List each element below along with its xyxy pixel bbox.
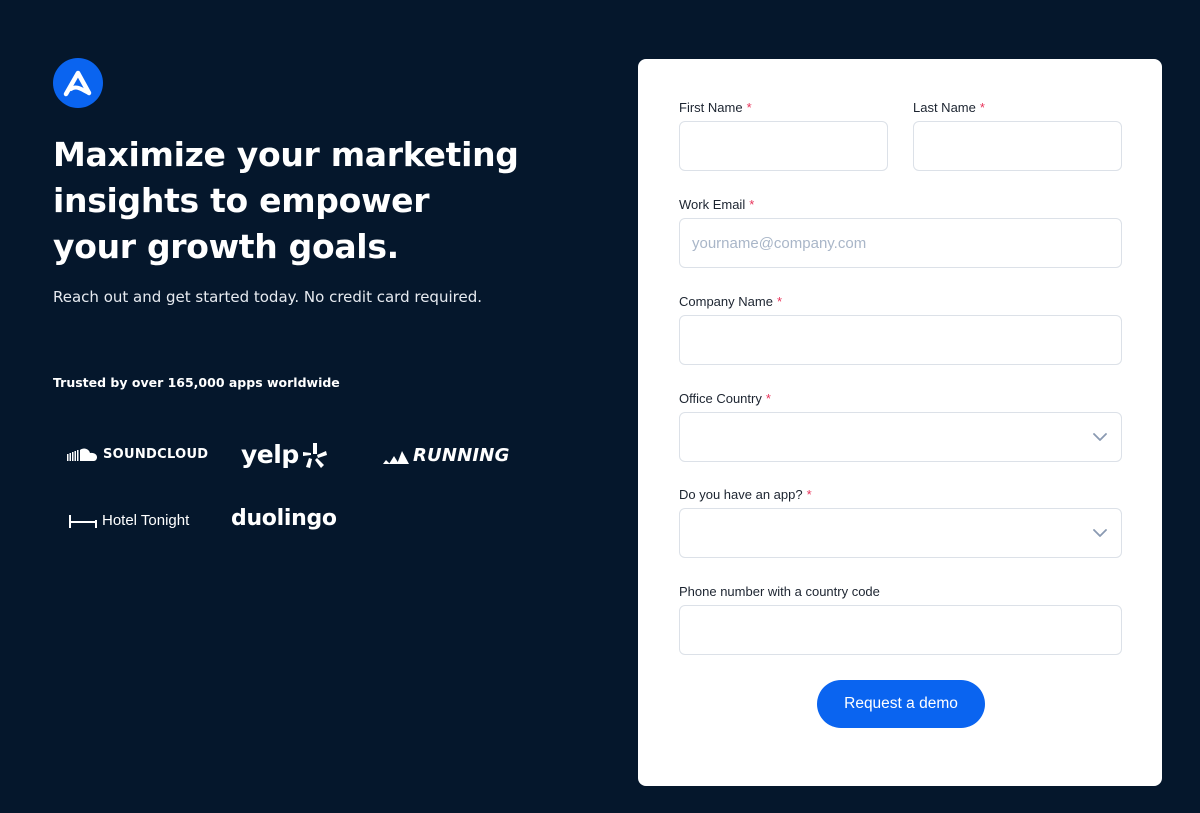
chevron-down-icon	[1093, 432, 1107, 441]
office-country-select[interactable]	[679, 412, 1122, 462]
has-app-select[interactable]	[679, 508, 1122, 558]
page-title: Maximize your marketing insights to empo…	[53, 135, 519, 266]
yelp-wordmark: yelp	[241, 440, 299, 469]
bed-icon	[69, 514, 97, 528]
required-marker: *	[746, 100, 752, 115]
soundcloud-cloud-icon	[67, 448, 98, 461]
trusted-by-text: Trusted by over 165,000 apps worldwide	[53, 375, 340, 390]
adidas-running-logo: RUNNING	[383, 445, 510, 466]
request-demo-button[interactable]: Request a demo	[817, 680, 985, 728]
chevron-down-icon	[1093, 528, 1107, 537]
work-email-label: Work Email *	[679, 197, 755, 212]
soundcloud-wordmark: SOUNDCLOUD	[103, 447, 209, 462]
adidas-stripes-icon	[383, 450, 409, 464]
required-marker: *	[765, 391, 771, 406]
yelp-logo: yelp	[241, 440, 328, 469]
running-wordmark: RUNNING	[413, 445, 510, 466]
yelp-burst-icon	[302, 442, 327, 468]
required-marker: *	[806, 487, 812, 502]
last-name-input[interactable]	[913, 121, 1122, 171]
required-marker: *	[749, 197, 755, 212]
brand-logo[interactable]	[53, 58, 103, 108]
first-name-label: First Name *	[679, 100, 752, 115]
office-country-label: Office Country *	[679, 391, 771, 406]
required-marker: *	[979, 100, 985, 115]
soundcloud-logo: SOUNDCLOUD	[67, 447, 208, 462]
hoteltonight-wordmark: Hotel Tonight	[102, 512, 190, 529]
last-name-label: Last Name *	[913, 100, 985, 115]
demo-request-form: First Name* Last Name* Work Email* Compa…	[638, 59, 1162, 786]
page-subtitle: Reach out and get started today. No cred…	[53, 288, 482, 306]
hoteltonight-logo: Hotel Tonight	[69, 512, 189, 529]
phone-label: Phone number with a country code	[679, 584, 880, 599]
work-email-input[interactable]	[679, 218, 1122, 268]
has-app-label: Do you have an app? *	[679, 487, 812, 502]
first-name-input[interactable]	[679, 121, 888, 171]
company-name-label: Company Name *	[679, 294, 782, 309]
company-name-input[interactable]	[679, 315, 1122, 365]
duolingo-logo: duolingo	[231, 506, 337, 531]
phone-input[interactable]	[679, 605, 1122, 655]
brand-logo-icon	[63, 70, 92, 97]
required-marker: *	[776, 294, 782, 309]
duolingo-wordmark: duolingo	[231, 506, 337, 531]
